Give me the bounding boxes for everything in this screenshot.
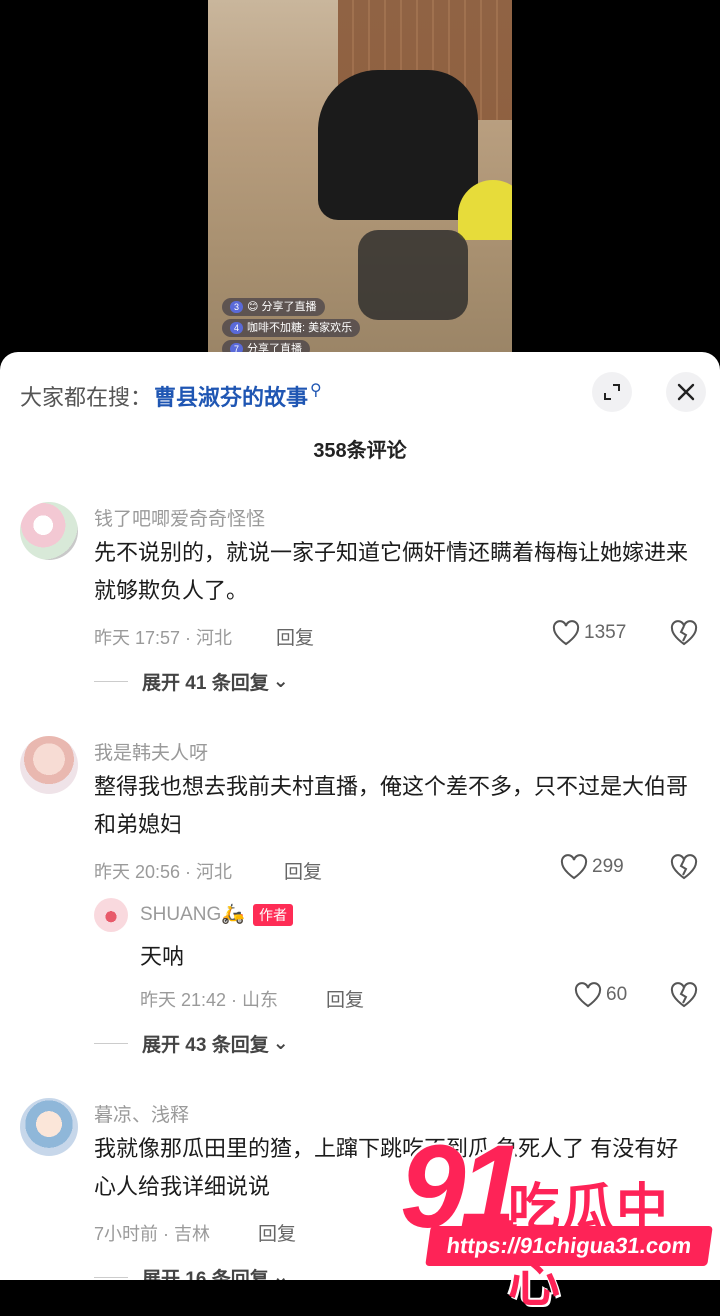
live-chat-message: 3 😊 分享了直播: [222, 298, 325, 316]
comment-username[interactable]: 钱了吧唧爱奇奇怪怪: [94, 504, 265, 531]
like-button[interactable]: 60: [574, 982, 627, 1008]
search-icon[interactable]: ⚲: [310, 380, 322, 400]
chevron-down-icon: ⌄: [272, 1267, 289, 1280]
comment-meta: 昨天 20:56 · 河北: [94, 862, 233, 882]
trending-search-prefix: 大家都在搜：: [20, 385, 153, 410]
avatar[interactable]: [20, 1098, 78, 1156]
reply-button[interactable]: 回复: [276, 623, 314, 650]
expand-replies-button[interactable]: 展开 43 条回复 ⌄: [94, 1030, 289, 1057]
close-icon[interactable]: [666, 372, 706, 412]
comment-meta: 昨天 17:57 · 河北: [94, 628, 233, 648]
trending-search-term[interactable]: 曹县淑芬的故事: [154, 380, 308, 412]
like-count: 60: [606, 984, 628, 1005]
reply-button[interactable]: 回复: [258, 1219, 296, 1246]
expand-replies-button[interactable]: 展开 41 条回复 ⌄: [94, 668, 289, 695]
comment-text: 整得我也想去我前夫村直播，俺这个差不多，只不过是大伯哥和弟媳妇: [94, 774, 689, 837]
expand-replies-button[interactable]: 展开 16 条回复 ⌄: [94, 1264, 289, 1280]
reply-text: 天呐: [140, 944, 185, 969]
reply-button[interactable]: 回复: [284, 857, 322, 884]
video-scene-person: [318, 70, 478, 220]
like-count: 299: [592, 856, 624, 877]
divider: [94, 681, 128, 682]
site-watermark: 91 吃瓜中心 https://91chigua31.com: [400, 1128, 720, 1313]
comment-meta: 7小时前 · 吉林: [94, 1224, 211, 1244]
avatar[interactable]: [20, 502, 78, 560]
avatar[interactable]: [94, 898, 128, 932]
comment-text: 先不说别的，就说一家子知道它俩奸情还瞒着梅梅让她嫁进来就够欺负人了。: [94, 540, 689, 603]
comment-username[interactable]: 我是韩夫人呀: [94, 738, 208, 765]
trending-search[interactable]: 大家都在搜： 曹县淑芬的故事 ⚲: [20, 376, 322, 416]
video-scene-bike: [358, 230, 468, 320]
reply-meta: 昨天 21:42 · 山东: [140, 990, 279, 1010]
dislike-icon[interactable]: [670, 854, 698, 885]
author-badge: 作者: [252, 904, 293, 926]
divider: [94, 1043, 128, 1044]
reply-button[interactable]: 回复: [326, 985, 364, 1012]
avatar[interactable]: [20, 736, 78, 794]
dislike-icon[interactable]: [670, 982, 698, 1013]
watermark-url: https://91chigua31.com: [425, 1226, 713, 1266]
video-player[interactable]: 3 😊 分享了直播 4 咖啡不加糖: 美家欢乐 7 分享了直播: [0, 0, 720, 360]
live-video-frame: 3 😊 分享了直播 4 咖啡不加糖: 美家欢乐 7 分享了直播: [208, 0, 512, 360]
live-chat-message: 4 咖啡不加糖: 美家欢乐: [222, 319, 361, 337]
chevron-down-icon: ⌄: [272, 1033, 289, 1054]
divider: [94, 1277, 128, 1278]
chevron-down-icon: ⌄: [272, 671, 289, 692]
comment-count: 358条评论: [313, 440, 407, 462]
like-button[interactable]: 1357: [552, 620, 626, 646]
like-count: 1357: [584, 622, 627, 643]
heart-icon: [574, 982, 602, 1008]
expand-icon[interactable]: [592, 372, 632, 412]
heart-icon: [552, 620, 580, 646]
like-button[interactable]: 299: [560, 854, 624, 880]
reply-username[interactable]: SHUANG🛵 作者: [140, 902, 293, 926]
heart-icon: [560, 854, 588, 880]
dislike-icon[interactable]: [670, 620, 698, 651]
comment-username[interactable]: 暮凉、浅释: [94, 1100, 189, 1127]
